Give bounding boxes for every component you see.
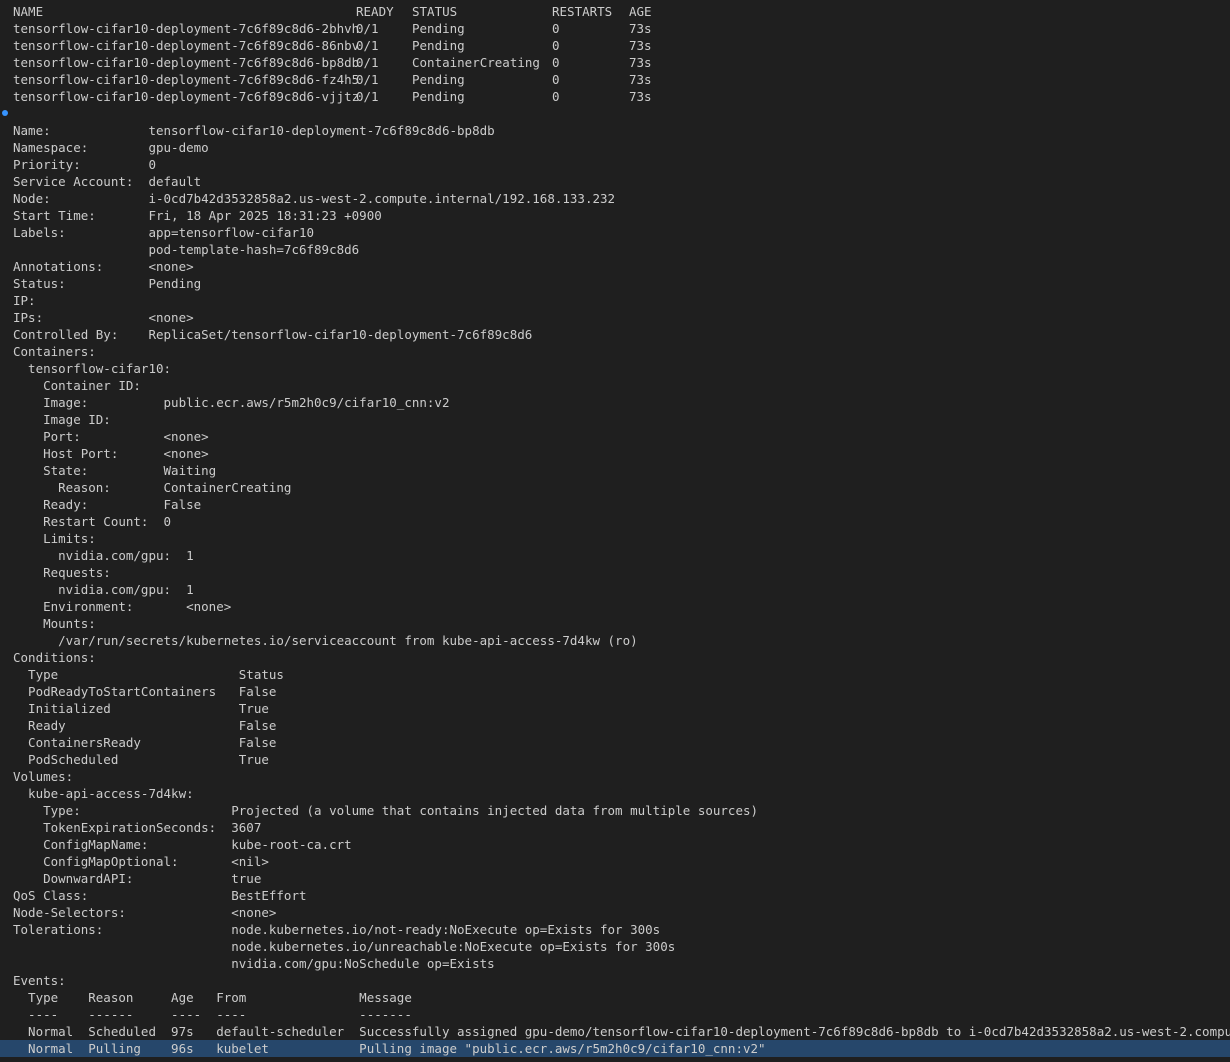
- output-line: Name: tensorflow-cifar10-deployment-7c6f…: [13, 123, 495, 138]
- output-line: Status: Pending: [13, 276, 202, 291]
- output-line: ---- ------ ---- ---- -------: [13, 1007, 412, 1022]
- table-row: tensorflow-cifar10-deployment-7c6f89c8d6…: [0, 71, 1230, 88]
- output-line: nvidia.com/gpu: 1: [13, 582, 194, 597]
- table-cell: 73s: [629, 89, 652, 104]
- output-line: kube-api-access-7d4kw:: [13, 786, 194, 801]
- table-cell: 0: [552, 89, 560, 104]
- output-line: TokenExpirationSeconds: 3607: [13, 820, 262, 835]
- output-line: ConfigMapName: kube-root-ca.crt: [13, 837, 352, 852]
- output-line: IPs: <none>: [13, 310, 194, 325]
- table-cell: 0/1: [356, 21, 379, 36]
- output-line: Image ID:: [13, 412, 111, 427]
- output-line: nvidia.com/gpu:NoSchedule op=Exists: [13, 956, 495, 971]
- terminal-output[interactable]: NAME READY STATUS RESTARTS AGE tensorflow-cif…: [0, 0, 1230, 1062]
- output-line: PodScheduled True: [13, 752, 269, 767]
- output-line: Labels: app=tensorflow-cifar10: [13, 225, 315, 240]
- output-line: pod-template-hash=7c6f89c8d6: [13, 242, 360, 257]
- output-line: IP:: [13, 293, 36, 308]
- output-line: Ready False: [13, 718, 277, 733]
- table-cell: Pending: [412, 21, 465, 36]
- output-line: Requests:: [13, 565, 111, 580]
- table-cell: 73s: [629, 21, 652, 36]
- table-cell: RESTARTS: [552, 4, 613, 19]
- table-cell: tensorflow-cifar10-deployment-7c6f89c8d6…: [13, 55, 360, 70]
- table-cell: 0/1: [356, 38, 379, 53]
- describe-pod-output: Name: tensorflow-cifar10-deployment-7c6f…: [0, 122, 1230, 1057]
- output-line: Environment: <none>: [13, 599, 232, 614]
- output-line: Node-Selectors: <none>: [13, 905, 277, 920]
- output-line: Image: public.ecr.aws/r5m2h0c9/cifar10_c…: [13, 395, 450, 410]
- table-cell: Pending: [412, 89, 465, 104]
- table-cell: tensorflow-cifar10-deployment-7c6f89c8d6…: [13, 21, 360, 36]
- output-line: State: Waiting: [13, 463, 217, 478]
- output-line: /var/run/secrets/kubernetes.io/serviceac…: [13, 633, 638, 648]
- table-row: tensorflow-cifar10-deployment-7c6f89c8d6…: [0, 54, 1230, 71]
- output-line: Namespace: gpu-demo: [13, 140, 209, 155]
- table-cell: NAME: [13, 4, 44, 19]
- output-line: Port: <none>: [13, 429, 209, 444]
- table-cell: STATUS: [412, 4, 458, 19]
- selected-output-line: Normal Pulling 96s kubelet Pulling image…: [0, 1040, 1230, 1057]
- output-line: Type: Projected (a volume that contains …: [13, 803, 759, 818]
- table-cell: 0: [552, 38, 560, 53]
- output-line: QoS Class: BestEffort: [13, 888, 307, 903]
- output-line: Reason: ContainerCreating: [13, 480, 292, 495]
- table-cell: 0/1: [356, 89, 379, 104]
- table-row: tensorflow-cifar10-deployment-7c6f89c8d6…: [0, 20, 1230, 37]
- table-cell: 73s: [629, 72, 652, 87]
- table-row: tensorflow-cifar10-deployment-7c6f89c8d6…: [0, 88, 1230, 105]
- table-cell: ContainerCreating: [412, 55, 540, 70]
- prompt-dot-icon: [2, 110, 8, 116]
- output-line: ContainersReady False: [13, 735, 277, 750]
- output-line: Limits:: [13, 531, 96, 546]
- table-row: tensorflow-cifar10-deployment-7c6f89c8d6…: [0, 37, 1230, 54]
- table-cell: 73s: [629, 38, 652, 53]
- output-line: Annotations: <none>: [13, 259, 194, 274]
- output-line: Restart Count: 0: [13, 514, 172, 529]
- output-line: PodReadyToStartContainers False: [13, 684, 277, 699]
- table-cell: Pending: [412, 72, 465, 87]
- table-cell: 0: [552, 55, 560, 70]
- table-cell: 73s: [629, 55, 652, 70]
- output-line: ConfigMapOptional: <nil>: [13, 854, 269, 869]
- output-line: Events:: [13, 973, 66, 988]
- table-cell: tensorflow-cifar10-deployment-7c6f89c8d6…: [13, 89, 360, 104]
- table-cell: tensorflow-cifar10-deployment-7c6f89c8d6…: [13, 72, 360, 87]
- output-line: Container ID:: [13, 378, 141, 393]
- output-line: Type Reason Age From Message: [13, 990, 412, 1005]
- table-cell: tensorflow-cifar10-deployment-7c6f89c8d6…: [13, 38, 360, 53]
- table-header-row: NAME READY STATUS RESTARTS AGE: [0, 3, 1230, 20]
- output-line: nvidia.com/gpu: 1: [13, 548, 194, 563]
- output-line: node.kubernetes.io/unreachable:NoExecute…: [13, 939, 676, 954]
- table-cell: AGE: [629, 4, 652, 19]
- output-line: Volumes:: [13, 769, 74, 784]
- output-line: Initialized True: [13, 701, 269, 716]
- output-line: Priority: 0: [13, 157, 156, 172]
- output-line: Tolerations: node.kubernetes.io/not-read…: [13, 922, 661, 937]
- output-line: Containers:: [13, 344, 96, 359]
- table-cell: READY: [356, 4, 394, 19]
- output-line: Ready: False: [13, 497, 202, 512]
- output-line: Conditions:: [13, 650, 96, 665]
- output-line: DownwardAPI: true: [13, 871, 262, 886]
- output-line: Service Account: default: [13, 174, 202, 189]
- output-line: Controlled By: ReplicaSet/tensorflow-cif…: [13, 327, 533, 342]
- output-line: Type Status: [13, 667, 284, 682]
- output-line: Normal Scheduled 97s default-scheduler S…: [13, 1024, 1230, 1039]
- output-line: tensorflow-cifar10:: [13, 361, 172, 376]
- output-line: Node: i-0cd7b42d3532858a2.us-west-2.comp…: [13, 191, 616, 206]
- output-line: Start Time: Fri, 18 Apr 2025 18:31:23 +0…: [13, 208, 382, 223]
- table-cell: 0/1: [356, 72, 379, 87]
- command-prompt-line: (⎈|admin@gpusharing-demo:N/A) (⎈|admin@g…: [0, 105, 1230, 122]
- output-line: Mounts:: [13, 616, 96, 631]
- table-cell: Pending: [412, 38, 465, 53]
- output-line: Host Port: <none>: [13, 446, 209, 461]
- table-cell: 0/1: [356, 55, 379, 70]
- table-cell: 0: [552, 21, 560, 36]
- table-cell: 0: [552, 72, 560, 87]
- pod-list-table: NAME READY STATUS RESTARTS AGE tensorflow-cif…: [0, 3, 1230, 105]
